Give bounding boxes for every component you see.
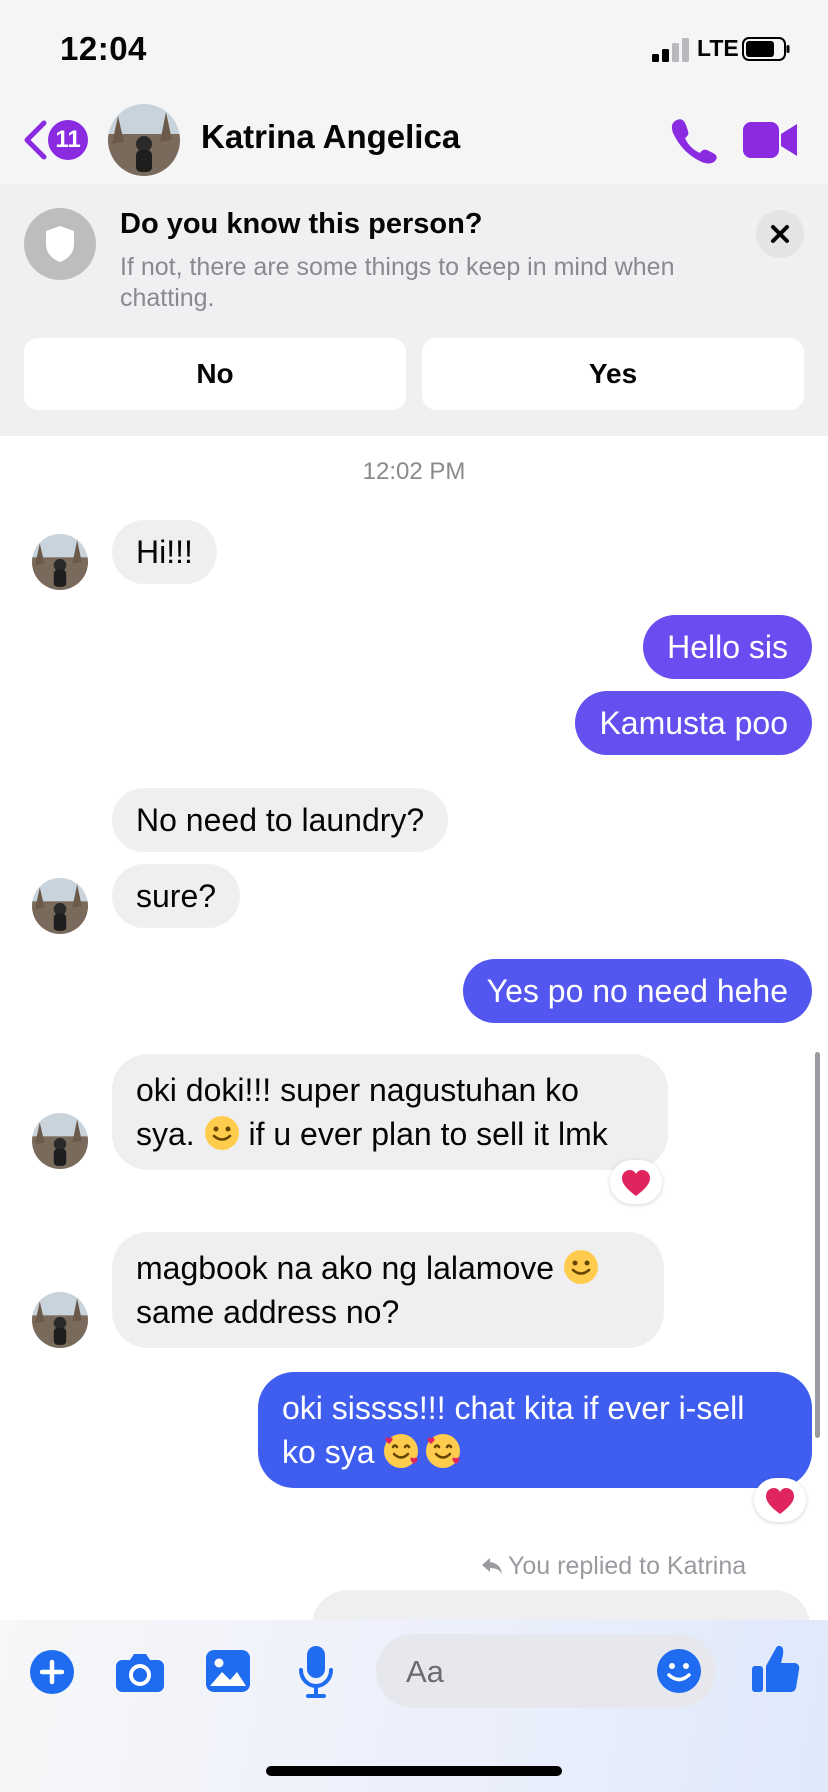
message-bubble-outgoing[interactable]: Yes po no need hehe (462, 959, 812, 1023)
battery-icon (742, 37, 790, 61)
shield-icon (46, 226, 74, 262)
message-bubble-incoming[interactable]: oki doki!!! super nagustuhan ko sya. if … (112, 1054, 668, 1170)
slightly-smiling-face-icon (563, 1250, 598, 1284)
phone-icon[interactable] (668, 116, 718, 164)
avatar-photo (32, 1113, 88, 1169)
composer-bar: Aa (0, 1620, 828, 1792)
message-line: oki sissss!!! chat kita if ever i-sell (282, 1390, 745, 1426)
avatar-photo (108, 104, 180, 176)
contact-avatar-small[interactable] (32, 1113, 88, 1169)
heart-icon (622, 1170, 650, 1196)
message-line: sya. if u ever plan to sell it lmk (136, 1112, 644, 1156)
contact-name[interactable]: Katrina Angelica (201, 118, 460, 156)
contact-avatar-small[interactable] (32, 878, 88, 934)
reply-text: You replied to Katrina (508, 1552, 747, 1580)
avatar-photo (32, 1292, 88, 1348)
thumbs-up-icon[interactable] (752, 1644, 800, 1694)
input-placeholder: Aa (406, 1654, 444, 1689)
message-text: if u ever plan to sell it lmk (239, 1116, 608, 1152)
chat-header: 12:04 LTE 11 Katrina Angelica (0, 0, 828, 184)
scrollbar[interactable] (815, 1052, 820, 1438)
message-input[interactable]: Aa (376, 1634, 716, 1708)
message-line: same address no? (136, 1294, 400, 1330)
message-text: sya. (136, 1116, 204, 1152)
smiling-face-with-hearts-icon (426, 1434, 461, 1468)
status-time: 12:04 (60, 30, 147, 67)
slightly-smiling-face-icon (204, 1116, 239, 1150)
back-button[interactable]: 11 (22, 116, 94, 164)
reaction-badge[interactable] (610, 1160, 662, 1204)
reaction-badge[interactable] (754, 1478, 806, 1522)
home-indicator[interactable] (266, 1766, 562, 1776)
signal-icon (652, 38, 689, 62)
message-bubble-incoming[interactable]: No need to laundry? (112, 788, 449, 852)
message-text: magbook na ako ng lalamove (136, 1250, 563, 1286)
no-button[interactable]: No (24, 338, 406, 410)
message-line: magbook na ako ng lalamove (136, 1246, 640, 1290)
message-bubble-outgoing[interactable]: oki sissss!!! chat kita if ever i-sell k… (258, 1372, 812, 1488)
shield-avatar (24, 208, 96, 280)
video-camera-icon[interactable] (743, 120, 797, 160)
message-bubble-incoming[interactable]: Hi!!! (112, 520, 217, 584)
reply-indicator: You replied to Katrina (480, 1552, 746, 1581)
avatar-photo (32, 534, 88, 590)
chevron-left-icon (24, 120, 47, 160)
gallery-icon[interactable] (206, 1650, 250, 1692)
message-line: ko sya (282, 1430, 788, 1474)
banner-title: Do you know this person? (120, 208, 483, 240)
reply-arrow-icon (482, 1558, 502, 1574)
camera-icon[interactable] (116, 1652, 164, 1692)
message-bubble-incoming[interactable]: sure? (112, 864, 241, 928)
message-bubble-outgoing[interactable]: Hello sis (643, 615, 812, 679)
contact-avatar[interactable] (108, 104, 180, 176)
smiling-face-with-hearts-icon (384, 1434, 419, 1468)
message-bubble-incoming[interactable]: magbook na ako ng lalamove same address … (112, 1232, 664, 1348)
contact-avatar-small[interactable] (32, 534, 88, 590)
banner-text: If not, there are some things to keep in… (120, 253, 675, 312)
message-line: oki doki!!! super nagustuhan ko (136, 1072, 579, 1108)
unread-badge: 11 (48, 120, 88, 160)
close-icon (771, 225, 789, 243)
message-text: ko sya (282, 1434, 384, 1470)
network-type: LTE (697, 35, 739, 61)
emoji-icon[interactable] (656, 1648, 702, 1694)
close-button[interactable] (756, 210, 804, 258)
plus-icon[interactable] (30, 1650, 74, 1694)
microphone-icon[interactable] (298, 1646, 334, 1698)
heart-icon (766, 1488, 794, 1514)
safety-banner: Do you know this person? If not, there a… (0, 184, 828, 436)
contact-avatar-small[interactable] (32, 1292, 88, 1348)
avatar-photo (32, 878, 88, 934)
message-timestamp: 12:02 PM (362, 458, 466, 485)
message-bubble-outgoing[interactable]: Kamusta poo (575, 691, 812, 755)
yes-button[interactable]: Yes (422, 338, 804, 410)
